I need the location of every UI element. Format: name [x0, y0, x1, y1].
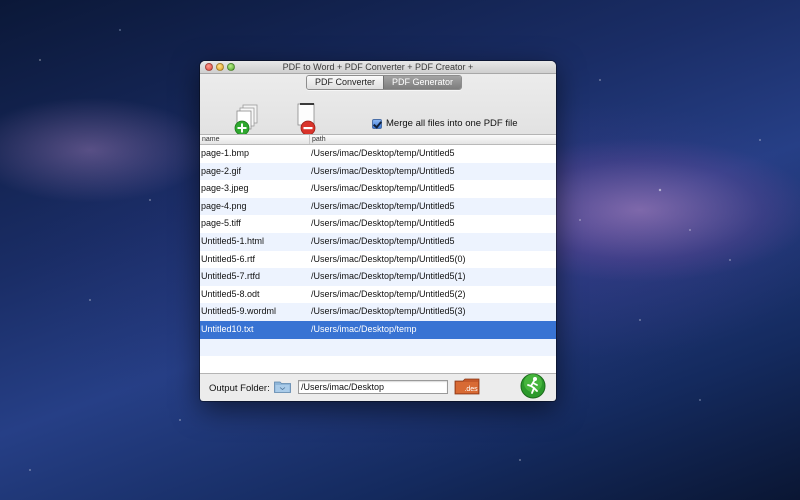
table-header: name path: [200, 135, 556, 145]
file-path-cell: /Users/imac/Desktop/temp/Untitled5: [311, 183, 455, 194]
file-name-cell: Untitled10.txt: [201, 323, 254, 334]
file-name-cell: Untitled5-6.rtf: [201, 253, 256, 264]
add-files-icon[interactable]: [234, 104, 260, 136]
empty-row: [200, 338, 556, 357]
folder-icon[interactable]: [274, 380, 291, 393]
run-convert-icon[interactable]: [520, 373, 546, 399]
tab-pdf-generator[interactable]: PDF Generator: [383, 76, 462, 89]
toolbar: PDF Converter PDF Generator Merge all fi…: [200, 74, 556, 136]
file-path-cell: /Users/imac/Desktop/temp/Untitled5: [311, 148, 455, 158]
table-row[interactable]: page-1.bmp /Users/imac/Desktop/temp/Unti…: [200, 145, 556, 163]
file-path-cell: /Users/imac/Desktop/temp: [311, 323, 417, 334]
column-header-name[interactable]: name: [200, 135, 310, 144]
table-row[interactable]: Untitled5-7.rtfd /Users/imac/Desktop/tem…: [200, 268, 556, 286]
remove-files-icon[interactable]: [294, 102, 322, 136]
mode-tabs: PDF Converter PDF Generator: [306, 75, 463, 90]
app-window: PDF to Word + PDF Converter + PDF Creato…: [200, 61, 556, 401]
table-row[interactable]: page-3.jpeg /Users/imac/Desktop/temp/Unt…: [200, 180, 556, 198]
window-title: PDF to Word + PDF Converter + PDF Creato…: [282, 62, 474, 72]
table-row[interactable]: Untitled5-9.wordml /Users/imac/Desktop/t…: [200, 303, 556, 321]
table-row[interactable]: page-2.gif /Users/imac/Desktop/temp/Unti…: [200, 162, 556, 181]
file-path-cell: /Users/imac/Desktop/temp/Untitled5(3): [311, 306, 466, 317]
merge-checkbox[interactable]: [372, 118, 382, 129]
file-name-cell: page-5.tiff: [201, 218, 241, 229]
file-name-cell: page-4.png: [201, 200, 247, 211]
tab-pdf-converter[interactable]: PDF Converter: [307, 76, 384, 89]
destination-icon[interactable]: .des: [454, 378, 480, 395]
file-name-cell: page-2.gif: [201, 165, 242, 176]
table-row[interactable]: page-4.png /Users/imac/Desktop/temp/Unti…: [200, 197, 556, 216]
merge-option[interactable]: Merge all files into one PDF file: [372, 118, 517, 129]
file-name-cell: Untitled5-9.wordml: [201, 306, 277, 317]
title-bar[interactable]: PDF to Word + PDF Converter + PDF Creato…: [200, 61, 556, 74]
table-row[interactable]: Untitled5-1.html /Users/imac/Desktop/tem…: [200, 232, 556, 251]
file-path-cell: /Users/imac/Desktop/temp/Untitled5: [311, 218, 455, 229]
table-row[interactable]: Untitled5-8.odt /Users/imac/Desktop/temp…: [200, 286, 556, 304]
file-path-cell: /Users/imac/Desktop/temp/Untitled5: [311, 235, 455, 246]
file-name-cell: Untitled5-8.odt: [201, 288, 260, 299]
merge-label: Merge all files into one PDF file: [386, 118, 518, 129]
output-bar: Output Folder: .des: [200, 373, 556, 401]
file-path-cell: /Users/imac/Desktop/temp/Untitled5(2): [311, 288, 466, 299]
destination-label: .des: [464, 386, 478, 393]
file-name-cell: page-1.bmp: [201, 148, 250, 158]
table-row[interactable]: page-5.tiff /Users/imac/Desktop/temp/Unt…: [200, 215, 556, 233]
file-table[interactable]: name path page-1.bmp /Users/imac/Desktop…: [200, 134, 556, 374]
output-folder-label: Output Folder:: [209, 383, 270, 394]
table-row[interactable]: Untitled5-6.rtf /Users/imac/Desktop/temp…: [200, 251, 556, 269]
output-folder-input[interactable]: [298, 380, 448, 394]
file-path-cell: /Users/imac/Desktop/temp/Untitled5: [311, 200, 455, 211]
file-name-cell: page-3.jpeg: [201, 183, 249, 194]
table-body: page-1.bmp /Users/imac/Desktop/temp/Unti…: [200, 145, 556, 373]
file-path-cell: /Users/imac/Desktop/temp/Untitled5(0): [311, 253, 466, 264]
file-name-cell: Untitled5-7.rtfd: [201, 271, 261, 282]
column-header-path[interactable]: path: [310, 135, 556, 144]
table-row-selected[interactable]: Untitled10.txt /Users/imac/Desktop/temp: [200, 320, 556, 339]
file-name-cell: Untitled5-1.html: [201, 235, 265, 246]
file-path-cell: /Users/imac/Desktop/temp/Untitled5: [311, 165, 455, 176]
file-path-cell: /Users/imac/Desktop/temp/Untitled5(1): [311, 271, 466, 282]
empty-row: [200, 356, 556, 373]
